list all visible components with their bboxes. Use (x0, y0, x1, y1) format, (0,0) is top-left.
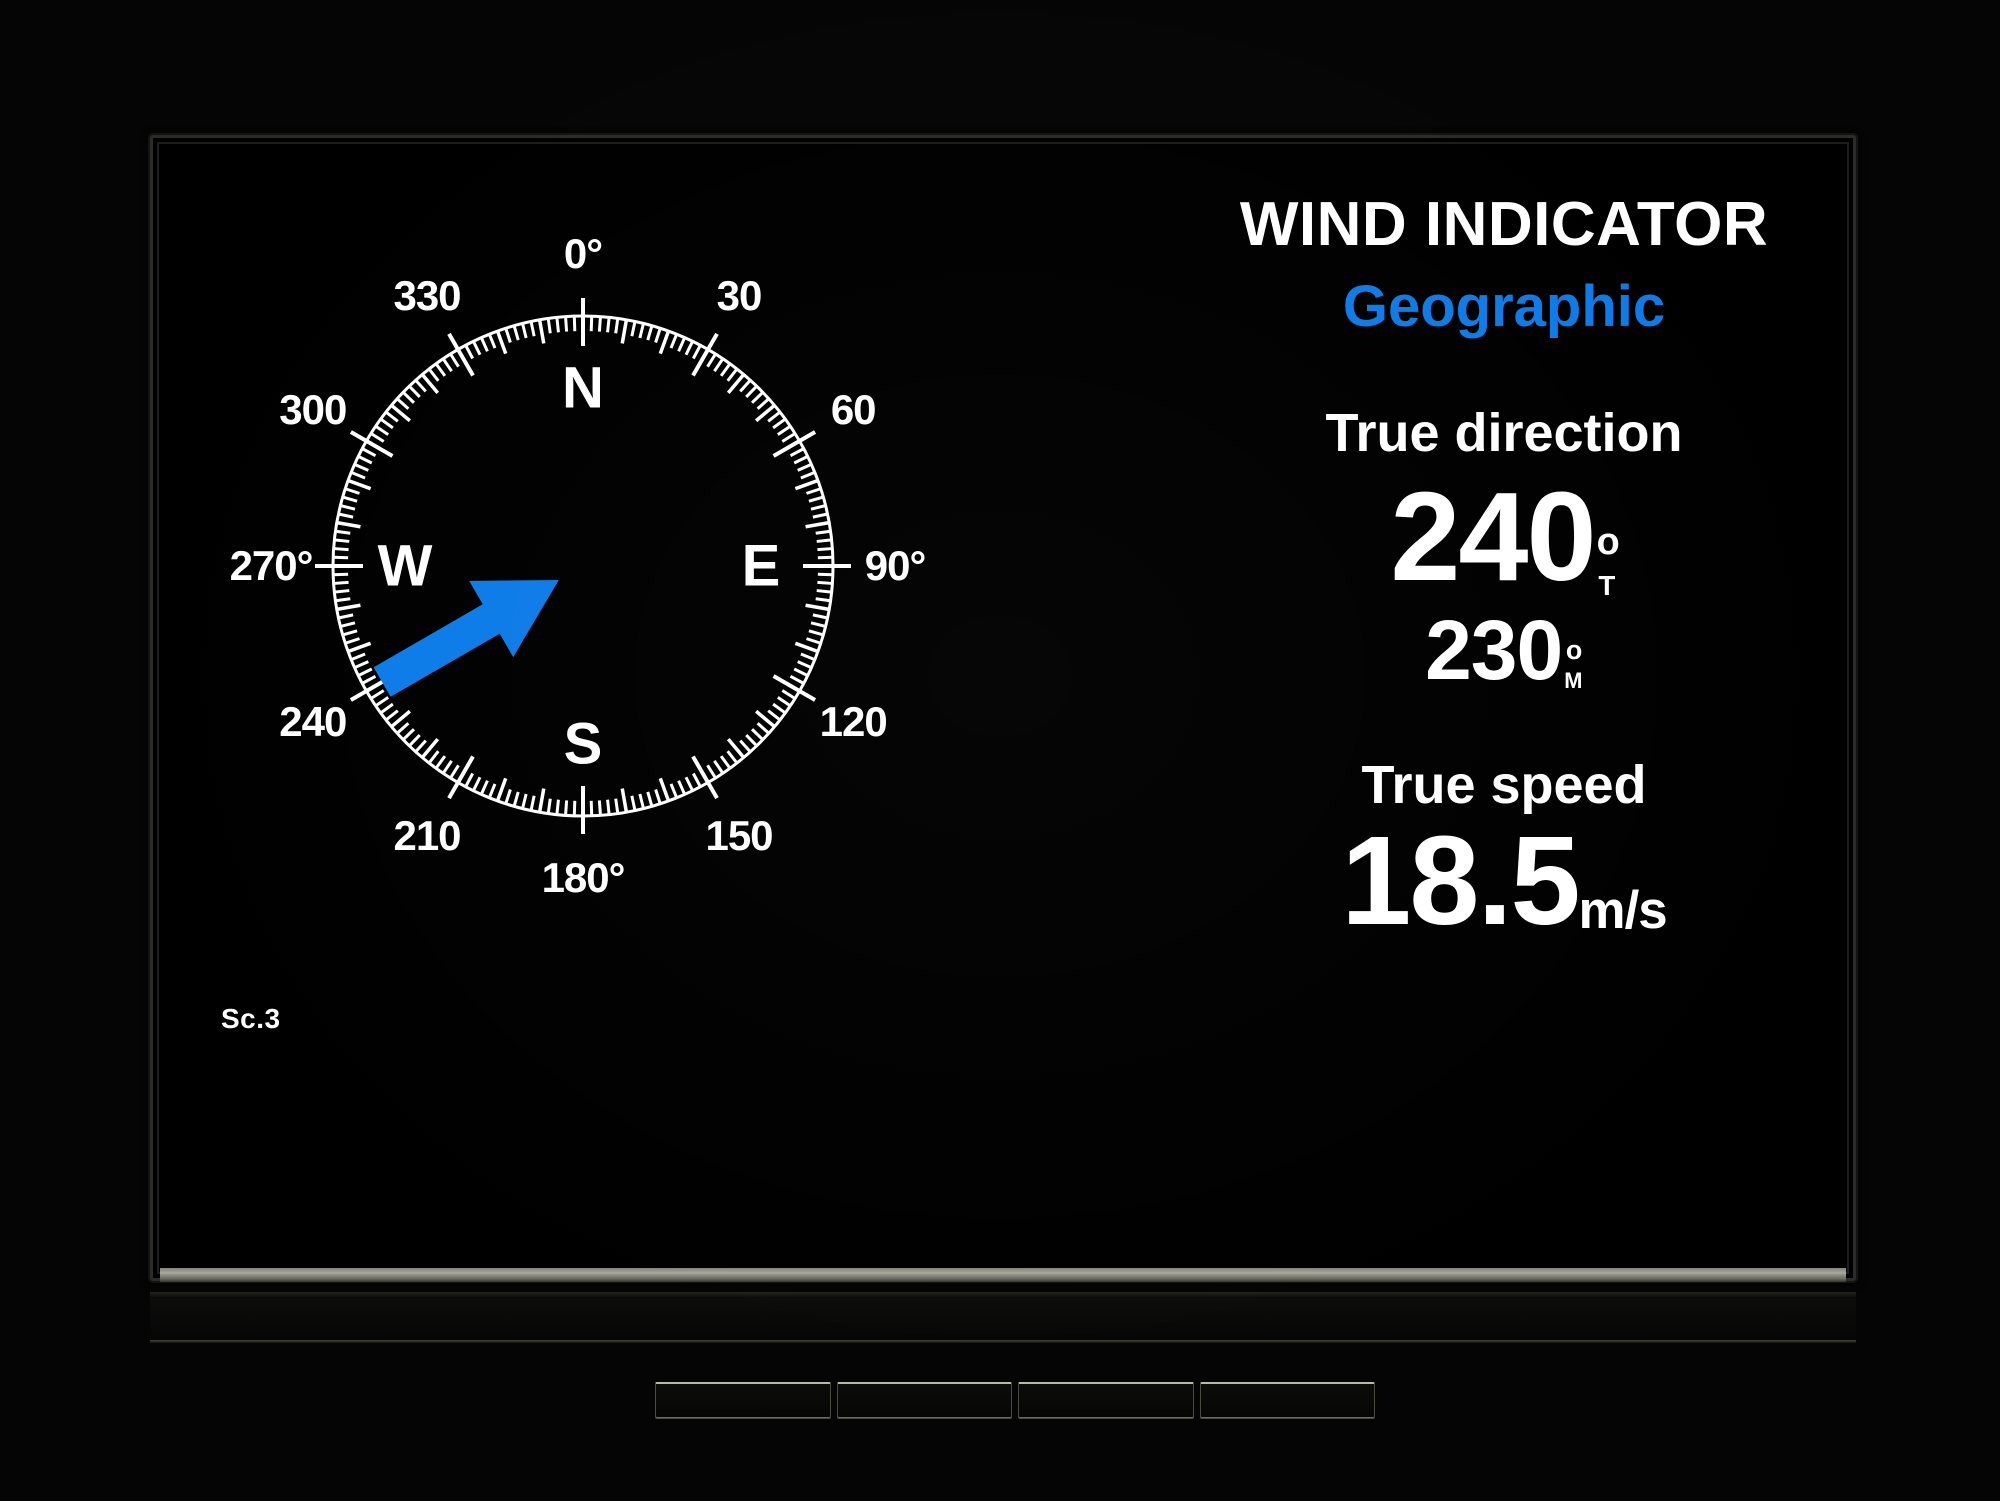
lcd-screen: 0° 30 60 90° 120 150 180° 210 240 270° 300 330 N E S W… (163, 148, 1835, 1243)
true-speed-value-row: 18.5 m/s (1173, 818, 1835, 944)
wind-indicator-device: 0° 30 60 90° 120 150 180° 210 240 270° 300 330 N E S W… (0, 0, 2000, 1501)
true-reference-letter: T (1598, 570, 1616, 602)
scale-label: Sc.3 (221, 1003, 281, 1034)
soft-button-4[interactable] (1199, 1382, 1375, 1419)
compass-degree-label-30: 30 (716, 271, 763, 319)
compass-cardinal-W: W (377, 533, 433, 599)
true-direction-block: True direction 240 o T 230 o M (1173, 406, 1835, 692)
magnetic-direction-value: 230 (1425, 603, 1563, 697)
soft-button-2[interactable] (836, 1382, 1012, 1419)
true-direction-value-row: 240 o T (1173, 474, 1835, 600)
compass-degree-label-150: 150 (705, 812, 773, 860)
compass-degree-label-300: 300 (279, 386, 347, 433)
compass-cardinal-S: S (563, 711, 603, 777)
readout-panel: WIND INDICATOR Geographic True direction… (1173, 148, 1835, 1243)
button-row (655, 1382, 1375, 1419)
degree-symbol-true: o (1596, 520, 1620, 563)
compass-cardinal-E: E (741, 533, 781, 599)
true-direction-value: 240 (1390, 466, 1596, 607)
compass-cardinal-N: N (562, 355, 604, 421)
compass-rose-graphic (315, 298, 851, 834)
compass-degree-label-330: 330 (393, 271, 461, 319)
true-speed-unit: m/s (1578, 880, 1668, 940)
compass-degree-label-0: 0° (563, 230, 603, 277)
true-direction-unit: o T (1596, 520, 1620, 602)
true-direction-label: True direction (1325, 403, 1683, 463)
compass-rose: 0° 30 60 90° 120 150 180° 210 240 270° 300 330 N E S W… (163, 148, 1173, 1243)
compass-degree-label-270: 270° (229, 542, 314, 589)
bezel-lower-band (150, 1298, 1856, 1344)
magnetic-direction-value-row: 230 o M (1173, 608, 1835, 692)
magnetic-reference-letter: M (1564, 668, 1583, 694)
page-title: WIND INDICATOR (1239, 190, 1769, 259)
soft-button-1[interactable] (655, 1382, 831, 1419)
magnetic-direction-unit: o M (1564, 634, 1583, 694)
bezel-lower-edge (150, 1340, 1856, 1343)
soft-button-3[interactable] (1018, 1382, 1194, 1419)
wind-reference-mode: Geographic (1342, 274, 1666, 339)
degree-symbol-magnetic: o (1565, 634, 1582, 665)
compass-degree-label-120: 120 (819, 698, 888, 745)
bezel-metal-strip (160, 1268, 1846, 1282)
compass-degree-label-60: 60 (830, 386, 877, 433)
true-speed-label: True speed (1361, 755, 1647, 815)
true-speed-block: True speed 18.5 m/s (1173, 758, 1835, 944)
compass-degree-label-90: 90° (864, 542, 927, 589)
compass-degree-label-180: 180° (541, 854, 626, 901)
compass-degree-label-210: 210 (393, 812, 461, 860)
true-speed-value: 18.5 (1341, 810, 1580, 951)
compass-degree-label-240: 240 (279, 698, 347, 745)
